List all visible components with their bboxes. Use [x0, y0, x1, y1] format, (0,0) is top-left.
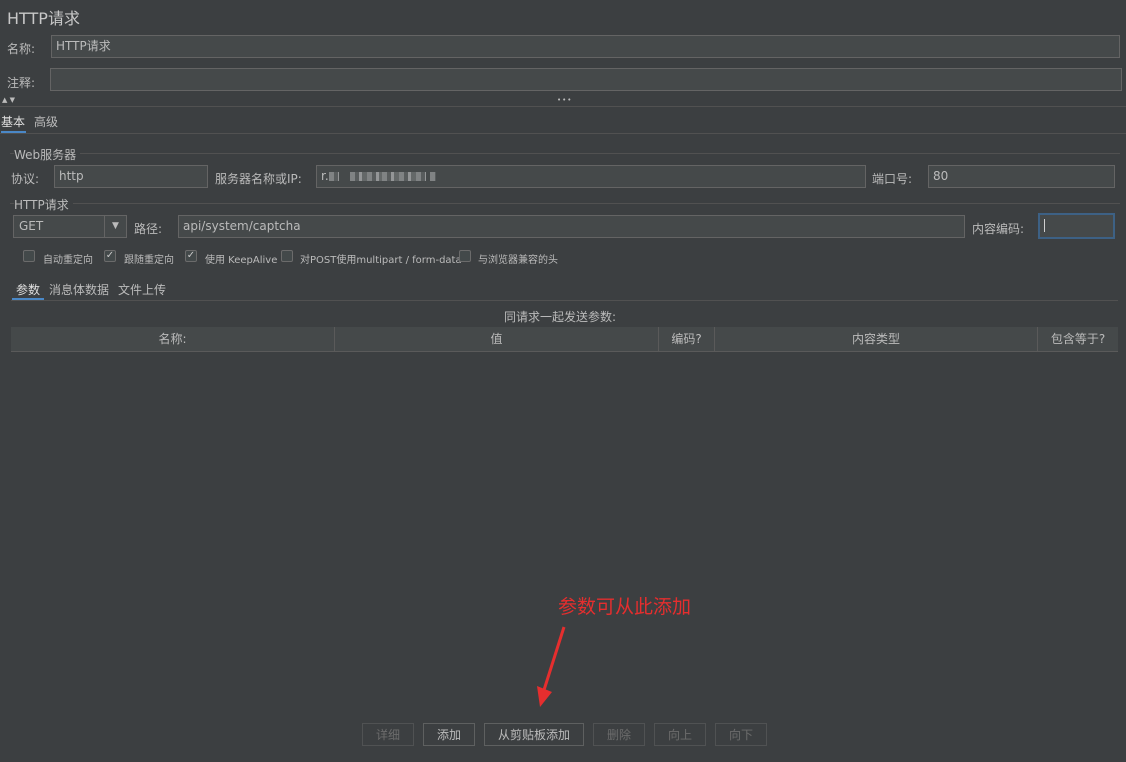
collapse-arrows-icon[interactable]: ▲ ▼: [2, 96, 15, 104]
chevron-down-icon[interactable]: ▼: [104, 216, 126, 237]
encoding-input[interactable]: [1038, 213, 1115, 239]
follow-redirect-checkbox[interactable]: ✓: [104, 250, 116, 262]
protocol-label: 协议:: [11, 172, 40, 186]
annotation-arrow-icon: [537, 626, 566, 707]
name-input[interactable]: HTTP请求: [51, 35, 1120, 58]
add-from-clipboard-button[interactable]: 从剪贴板添加: [484, 723, 584, 746]
tab-body-data[interactable]: 消息体数据: [49, 281, 109, 298]
server-label: 服务器名称或IP:: [215, 172, 302, 186]
panel-title: HTTP请求: [7, 9, 80, 28]
http-request-group-line: [10, 203, 1120, 204]
add-button[interactable]: 添加: [423, 723, 475, 746]
detail-button[interactable]: 详细: [362, 723, 414, 746]
annotation-text: 参数可从此添加: [558, 596, 692, 618]
browser-headers-checkbox[interactable]: [459, 250, 471, 262]
column-value[interactable]: 值: [335, 327, 659, 351]
tab-parameters[interactable]: 参数: [12, 281, 44, 300]
blurred-text: [350, 172, 383, 181]
move-down-button[interactable]: 向下: [715, 723, 767, 746]
delete-button[interactable]: 删除: [593, 723, 645, 746]
keepalive-checkbox[interactable]: ✓: [185, 250, 197, 262]
splitter-handle-icon[interactable]: •••: [557, 96, 572, 104]
sub-tabs-divider: [11, 300, 1118, 301]
tab-advanced[interactable]: 高级: [34, 113, 58, 130]
server-input[interactable]: r.: [316, 165, 866, 188]
web-server-group-line: [10, 153, 1120, 154]
port-label: 端口号:: [872, 172, 913, 186]
keepalive-label: 使用 KeepAlive: [205, 255, 278, 266]
column-include-equals[interactable]: 包含等于?: [1038, 327, 1118, 351]
protocol-input[interactable]: http: [54, 165, 208, 188]
column-name[interactable]: 名称:: [11, 327, 335, 351]
server-value-prefix: r.: [321, 169, 329, 183]
multipart-checkbox[interactable]: [281, 250, 293, 262]
name-label: 名称:: [7, 42, 36, 56]
splitter-divider: [0, 106, 1126, 107]
http-request-group-title: HTTP请求: [14, 196, 73, 213]
tab-basic[interactable]: 基本: [1, 113, 27, 133]
blurred-text: [429, 172, 436, 181]
params-caption: 同请求一起发送参数:: [504, 310, 617, 324]
comment-label: 注释:: [7, 76, 36, 90]
path-label: 路径:: [134, 222, 163, 236]
column-content-type[interactable]: 内容类型: [715, 327, 1038, 351]
blurred-text: [382, 172, 427, 181]
params-table-header: 名称: 值 编码? 内容类型 包含等于?: [11, 327, 1118, 352]
method-select[interactable]: GET ▼: [13, 215, 127, 238]
tabs-divider: [0, 133, 1126, 134]
auto-redirect-label: 自动重定向: [43, 255, 93, 266]
browser-headers-label: 与浏览器兼容的头: [478, 255, 558, 266]
column-encode[interactable]: 编码?: [659, 327, 715, 351]
port-input[interactable]: 80: [928, 165, 1115, 188]
encoding-label: 内容编码:: [972, 222, 1025, 236]
auto-redirect-checkbox[interactable]: [23, 250, 35, 262]
web-server-group-title: Web服务器: [14, 146, 81, 163]
tab-file-upload[interactable]: 文件上传: [118, 281, 166, 298]
move-up-button[interactable]: 向上: [654, 723, 706, 746]
comment-input[interactable]: [50, 68, 1122, 91]
text-caret: [1044, 219, 1045, 232]
blurred-text: [328, 172, 339, 181]
method-value: GET: [19, 219, 44, 233]
follow-redirect-label: 跟随重定向: [124, 255, 174, 266]
multipart-label: 对POST使用multipart / form-data: [300, 255, 462, 266]
path-input[interactable]: api/system/captcha: [178, 215, 965, 238]
